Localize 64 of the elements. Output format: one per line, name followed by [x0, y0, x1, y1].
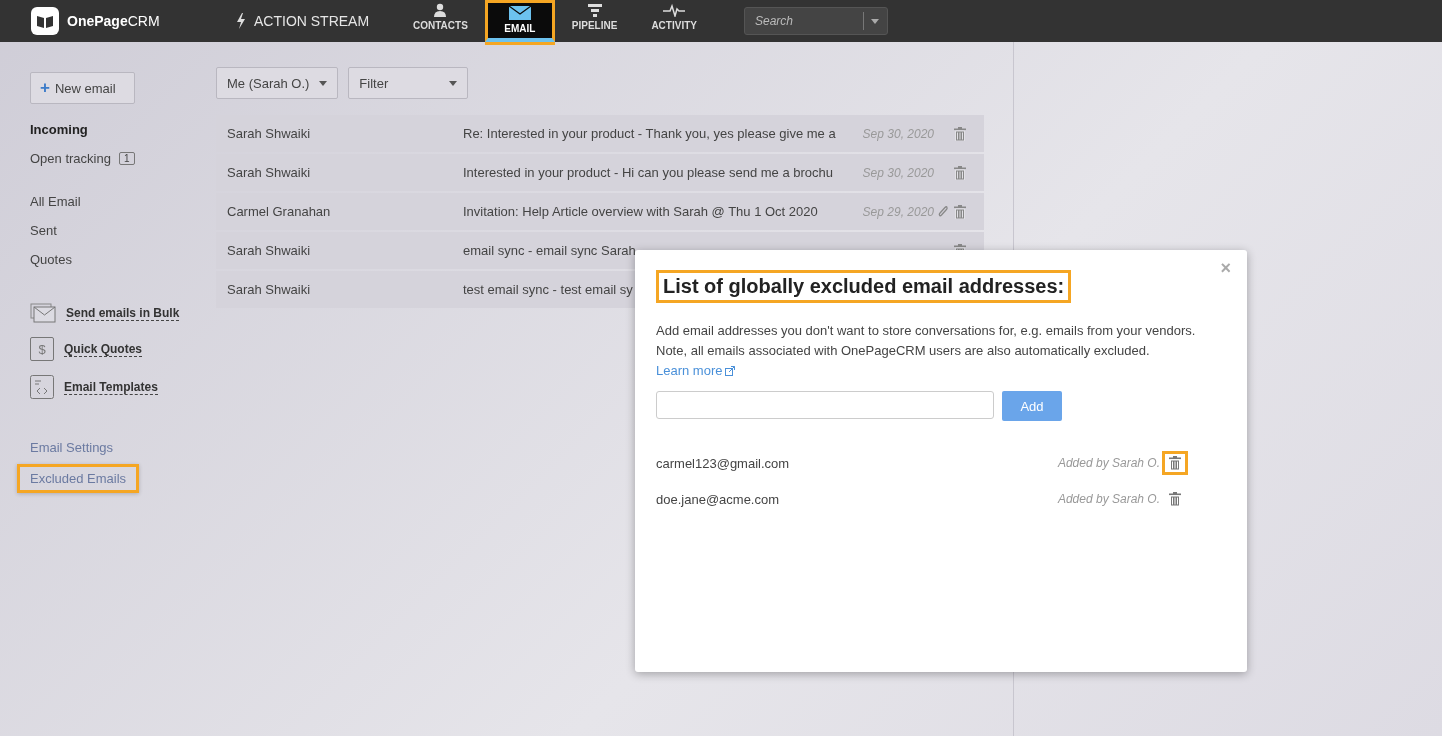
folder-link[interactable]: Incoming — [30, 122, 216, 137]
dialog-title: List of globally excluded email addresses: — [656, 270, 1072, 303]
email-subject: email sync - email sync Sarah — [463, 243, 636, 258]
caret-icon[interactable] — [870, 19, 879, 24]
folder-link[interactable]: Quotes — [30, 252, 216, 267]
app-logo-text: OnePageCRM — [67, 13, 160, 29]
added-by-text: Added by Sarah O. — [1057, 456, 1160, 470]
tool-link[interactable]: Email Templates — [64, 379, 158, 395]
filter-dropdown[interactable]: Filter — [348, 67, 469, 99]
nav-tab[interactable]: CONTACTS — [396, 0, 485, 42]
added-by-text: Added by Sarah O. — [1057, 492, 1160, 506]
folder-link[interactable]: Sent — [30, 223, 216, 238]
folder-label: Incoming — [30, 122, 88, 137]
trash-icon[interactable] — [954, 165, 966, 180]
search-field[interactable]: Search — [743, 7, 888, 35]
lightning-icon — [236, 13, 246, 29]
trash-icon[interactable] — [954, 126, 966, 141]
action-stream-label: ACTION STREAM — [254, 13, 370, 29]
nav-tab-label: ACTIVITY — [651, 20, 697, 31]
sender-name: Sarah Shwaiki — [227, 126, 312, 141]
delete-button[interactable] — [1162, 451, 1188, 475]
email-subject: Invitation: Help Article overview with Sarah @ Thu 1 Oct 2020 — [463, 204, 818, 219]
nav-tab[interactable]: PIPELINE — [554, 0, 635, 42]
dialog-description: Add email addresses you don't want to store conversations for, e.g. emails from your vendors. Note, all emails associated with OnePageCRM users are also automatically excluded. — [656, 322, 1197, 360]
pulse-icon — [663, 3, 686, 17]
trash-icon — [1169, 456, 1181, 470]
nav-tab-label: PIPELINE — [571, 20, 618, 31]
sender-name: Sarah Shwaiki — [227, 243, 312, 258]
filter-dropdown[interactable]: Me (Sarah O.) — [216, 67, 339, 99]
template-icon — [30, 375, 54, 399]
email-input-field[interactable] — [656, 391, 994, 419]
sender-name: Sarah Shwaiki — [227, 165, 312, 180]
nav-tab-label: EMAIL — [504, 23, 536, 34]
sender-name: Carmel Granahan — [227, 204, 332, 219]
nav-tab[interactable]: EMAIL — [484, 0, 555, 42]
dollar-icon: $ — [30, 337, 54, 361]
excluded-email: doe.jane@acme.com — [656, 491, 781, 507]
email-subject: Interested in your product - Hi can you please send me a brochu — [463, 165, 833, 180]
tool-link[interactable]: Send emails in Bulk — [66, 305, 180, 321]
email-date: Sep 30, 2020 — [861, 126, 934, 141]
trash-icon[interactable] — [954, 204, 966, 219]
new-email-button[interactable]: + New email — [30, 72, 135, 104]
email-date: Sep 30, 2020 — [861, 165, 934, 180]
tool-link[interactable]: Quick Quotes — [64, 341, 143, 357]
folder-link[interactable]: Open tracking 1 — [30, 151, 216, 166]
email-subject: test email sync - test email sy — [463, 282, 633, 297]
folder-link[interactable]: All Email — [30, 194, 216, 209]
person-icon — [433, 3, 448, 17]
external-link-icon — [725, 365, 736, 376]
folder-label: Open tracking — [30, 151, 111, 166]
book-logo-icon — [31, 7, 59, 35]
excluded-email: carmel123@gmail.com — [656, 455, 791, 471]
sender-name: Sarah Shwaiki — [227, 282, 312, 297]
paperclip-icon — [938, 204, 948, 219]
envelopes-icon — [30, 303, 56, 323]
action-stream-link[interactable]: ACTION STREAM — [236, 13, 376, 29]
envelope-icon — [508, 6, 531, 20]
email-subject: Re: Interested in your product - Thank you, yes please give me a — [463, 126, 836, 141]
count-badge: 1 — [118, 152, 135, 165]
funnel-icon — [587, 3, 602, 17]
nav-tab[interactable]: ACTIVITY — [634, 0, 714, 42]
nav-tab-label: CONTACTS — [413, 20, 468, 31]
trash-icon — [1169, 492, 1181, 506]
email-date: Sep 29, 2020 — [861, 204, 934, 219]
